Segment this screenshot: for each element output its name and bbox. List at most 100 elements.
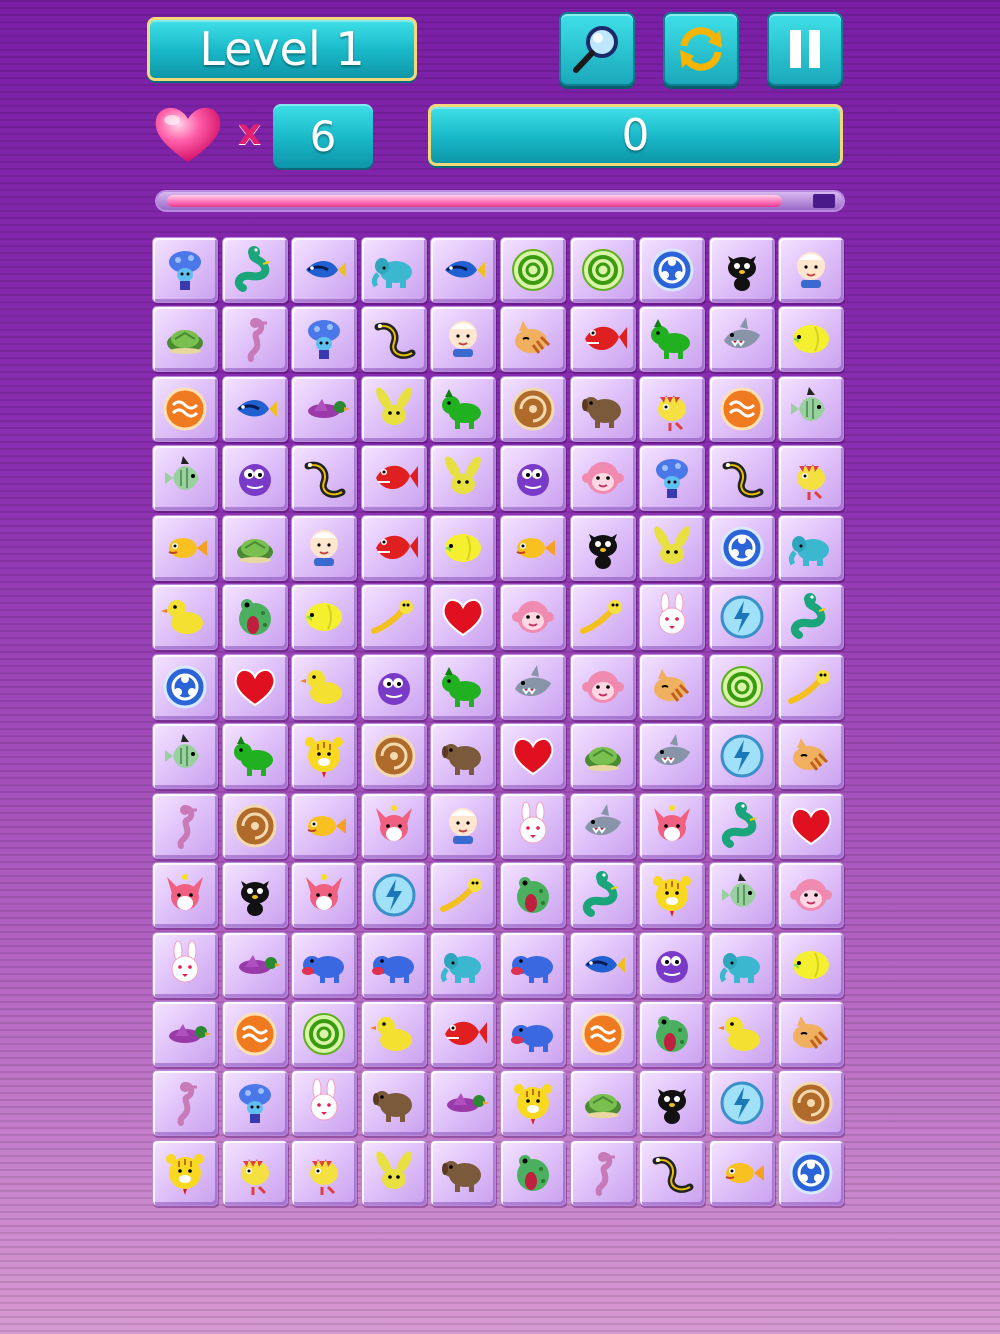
- tile[interactable]: [570, 723, 636, 789]
- tile[interactable]: [152, 932, 218, 998]
- tile[interactable]: [709, 445, 775, 511]
- tile[interactable]: [152, 515, 218, 581]
- tile[interactable]: [570, 1001, 636, 1067]
- tile[interactable]: [361, 1070, 427, 1136]
- tile[interactable]: [361, 862, 427, 928]
- tile[interactable]: [570, 515, 636, 581]
- tile[interactable]: [291, 1140, 357, 1206]
- tile[interactable]: [222, 1140, 288, 1206]
- pause-button[interactable]: [767, 12, 843, 86]
- tile[interactable]: [152, 584, 218, 650]
- tile[interactable]: [430, 445, 496, 511]
- tile[interactable]: [778, 723, 844, 789]
- tile[interactable]: [222, 793, 288, 859]
- tile[interactable]: [709, 306, 775, 372]
- tile[interactable]: [361, 237, 427, 303]
- tile[interactable]: [570, 376, 636, 442]
- tile[interactable]: [639, 306, 705, 372]
- tile[interactable]: [152, 862, 218, 928]
- tile[interactable]: [361, 1140, 427, 1206]
- tile[interactable]: [500, 723, 566, 789]
- tile[interactable]: [152, 1070, 218, 1136]
- tile[interactable]: [361, 932, 427, 998]
- tile[interactable]: [430, 654, 496, 720]
- tile[interactable]: [709, 237, 775, 303]
- tile[interactable]: [291, 723, 357, 789]
- tile[interactable]: [639, 1001, 705, 1067]
- tile[interactable]: [152, 723, 218, 789]
- tile[interactable]: [291, 376, 357, 442]
- tile[interactable]: [639, 376, 705, 442]
- tile[interactable]: [222, 1001, 288, 1067]
- tile[interactable]: [639, 1140, 705, 1206]
- tile[interactable]: [570, 1070, 636, 1136]
- tile[interactable]: [291, 793, 357, 859]
- tile[interactable]: [361, 793, 427, 859]
- tile[interactable]: [430, 932, 496, 998]
- tile[interactable]: [291, 445, 357, 511]
- tile[interactable]: [500, 932, 566, 998]
- tile[interactable]: [500, 237, 566, 303]
- tile[interactable]: [778, 932, 844, 998]
- tile[interactable]: [291, 237, 357, 303]
- tile[interactable]: [291, 306, 357, 372]
- tile[interactable]: [152, 445, 218, 511]
- tile[interactable]: [639, 793, 705, 859]
- tile[interactable]: [361, 584, 427, 650]
- tile[interactable]: [361, 306, 427, 372]
- tile[interactable]: [778, 306, 844, 372]
- tile[interactable]: [778, 793, 844, 859]
- tile[interactable]: [709, 862, 775, 928]
- tile[interactable]: [152, 793, 218, 859]
- tile[interactable]: [709, 723, 775, 789]
- tile[interactable]: [570, 1140, 636, 1206]
- tile[interactable]: [291, 1001, 357, 1067]
- tile[interactable]: [709, 1070, 775, 1136]
- tile[interactable]: [500, 1001, 566, 1067]
- tile[interactable]: [291, 515, 357, 581]
- tile[interactable]: [639, 932, 705, 998]
- tile[interactable]: [570, 237, 636, 303]
- tile[interactable]: [361, 376, 427, 442]
- tile[interactable]: [430, 793, 496, 859]
- tile[interactable]: [778, 445, 844, 511]
- tile[interactable]: [639, 237, 705, 303]
- tile[interactable]: [570, 793, 636, 859]
- tile[interactable]: [500, 376, 566, 442]
- tile[interactable]: [500, 445, 566, 511]
- tile[interactable]: [152, 1001, 218, 1067]
- tile[interactable]: [778, 584, 844, 650]
- tile[interactable]: [291, 584, 357, 650]
- tile[interactable]: [291, 932, 357, 998]
- tile[interactable]: [361, 1001, 427, 1067]
- tile[interactable]: [222, 515, 288, 581]
- tile[interactable]: [430, 237, 496, 303]
- tile[interactable]: [222, 932, 288, 998]
- tile[interactable]: [430, 862, 496, 928]
- tile[interactable]: [222, 1070, 288, 1136]
- tile[interactable]: [709, 932, 775, 998]
- tile[interactable]: [500, 793, 566, 859]
- tile[interactable]: [222, 723, 288, 789]
- tile[interactable]: [152, 1140, 218, 1206]
- tile[interactable]: [570, 445, 636, 511]
- tile[interactable]: [222, 237, 288, 303]
- tile[interactable]: [639, 1070, 705, 1136]
- tile[interactable]: [222, 376, 288, 442]
- tile[interactable]: [361, 515, 427, 581]
- tile[interactable]: [430, 1070, 496, 1136]
- tile[interactable]: [500, 515, 566, 581]
- tile[interactable]: [778, 654, 844, 720]
- tile[interactable]: [430, 1140, 496, 1206]
- tile[interactable]: [778, 862, 844, 928]
- tile[interactable]: [709, 376, 775, 442]
- tile[interactable]: [152, 237, 218, 303]
- tile[interactable]: [639, 862, 705, 928]
- tile[interactable]: [500, 654, 566, 720]
- tile[interactable]: [570, 932, 636, 998]
- tile[interactable]: [570, 654, 636, 720]
- tile[interactable]: [430, 306, 496, 372]
- tile[interactable]: [152, 654, 218, 720]
- tile[interactable]: [430, 723, 496, 789]
- tile[interactable]: [430, 515, 496, 581]
